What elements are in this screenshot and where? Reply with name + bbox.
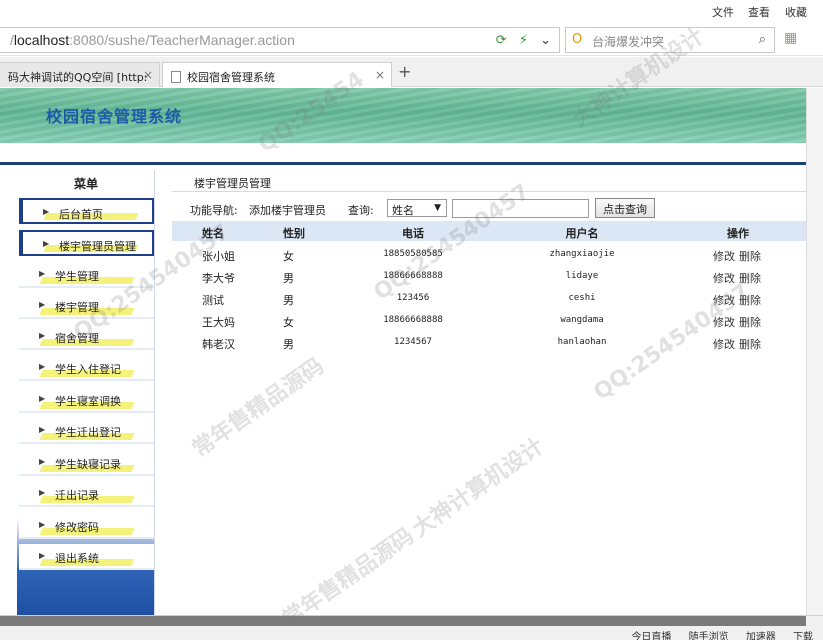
browser-tabbar: 码大神调试的QQ空间 [http: × 校园宿舍管理系统 × + xyxy=(0,57,823,87)
menu-favorites[interactable]: 收藏 xyxy=(785,4,807,20)
close-icon[interactable]: × xyxy=(375,68,385,82)
table-row: 测试 男 123456 ceshi 修改 删除 xyxy=(202,293,761,307)
sidebar-item-home[interactable]: ▶ 后台首页 xyxy=(19,198,154,224)
delete-link[interactable]: 删除 xyxy=(739,316,761,329)
page-icon xyxy=(171,71,181,83)
query-field-select[interactable]: 姓名 ▼ xyxy=(387,199,447,217)
table-row: 王大妈 女 18866668888 wangdama 修改 删除 xyxy=(202,315,761,329)
query-button[interactable]: 点击查询 xyxy=(595,198,655,218)
triangle-right-icon: ▶ xyxy=(39,269,46,278)
sidebar: 菜单 ▶ 后台首页 ▶ 楼宇管理员管理 ▶ 学生管理 ▶ 楼宇管理 ▶ 宿舍管理 ▶ 学生入… xyxy=(17,170,155,615)
edit-link[interactable]: 修改 xyxy=(713,316,735,329)
nav-label: 功能导航: xyxy=(190,204,238,217)
sidebar-heading: 菜单 xyxy=(73,177,98,191)
sidebar-item-checkin[interactable]: ▶ 学生入住登记 xyxy=(19,355,154,381)
triangle-right-icon: ▶ xyxy=(39,331,46,340)
delete-link[interactable]: 删除 xyxy=(739,272,761,285)
query-input[interactable] xyxy=(452,199,589,218)
search-engine-icon[interactable]: O xyxy=(572,32,582,47)
page-title: 校园宿舍管理系统 xyxy=(46,107,183,126)
delete-link[interactable]: 删除 xyxy=(739,294,761,307)
sidebar-item-buildings[interactable]: ▶ 楼宇管理 xyxy=(19,293,154,319)
tab-qq-space[interactable]: 码大神调试的QQ空间 [http: × xyxy=(0,62,160,87)
col-sex: 性别 xyxy=(283,227,305,240)
status-live[interactable]: 今日直播 xyxy=(631,632,671,640)
triangle-right-icon: ▶ xyxy=(39,362,46,371)
menu-view[interactable]: 查看 xyxy=(748,4,770,20)
sidebar-item-students[interactable]: ▶ 学生管理 xyxy=(19,262,154,288)
status-download[interactable]: 下载 xyxy=(793,632,813,640)
delete-link[interactable]: 删除 xyxy=(739,338,761,351)
col-username: 用户名 xyxy=(565,227,599,240)
section-title: 楼宇管理员管理 xyxy=(172,170,806,192)
table-row: 李大爷 男 18866668888 lidaye 修改 删除 xyxy=(202,271,761,285)
header-divider xyxy=(0,143,806,165)
edit-link[interactable]: 修改 xyxy=(713,338,735,351)
chevron-down-icon[interactable]: ⌄ xyxy=(540,33,551,48)
close-icon[interactable]: × xyxy=(143,68,153,82)
delete-link[interactable]: 删除 xyxy=(739,250,761,263)
query-toolbar: 功能导航: 添加楼宇管理员 查询: 姓名 ▼ 点击查询 xyxy=(172,197,806,219)
table-row: 张小姐 女 18850580585 zhangxiaojie 修改 删除 xyxy=(202,249,761,263)
scrollbar-track[interactable] xyxy=(806,88,823,640)
table-row: 韩老汉 男 1234567 hanlaohan 修改 删除 xyxy=(202,337,761,351)
apps-grid-icon[interactable]: ▦ xyxy=(784,30,797,46)
sidebar-item-logout[interactable]: ▶ 退出系统 xyxy=(19,544,154,570)
triangle-right-icon: ▶ xyxy=(39,551,46,560)
tab-dorm-system[interactable]: 校园宿舍管理系统 × xyxy=(162,62,392,87)
triangle-right-icon: ▶ xyxy=(39,300,46,309)
add-admin-link[interactable]: 添加楼宇管理员 xyxy=(249,202,326,218)
sidebar-item-absence[interactable]: ▶ 学生缺寝记录 xyxy=(19,450,154,476)
tab-label: 校园宿舍管理系统 xyxy=(187,71,275,84)
edit-link[interactable]: 修改 xyxy=(713,250,735,263)
tab-label: 码大神调试的QQ空间 [http: xyxy=(8,71,148,84)
new-tab-icon[interactable]: + xyxy=(398,62,411,81)
edit-link[interactable]: 修改 xyxy=(713,272,735,285)
url-path: :8080/sushe/TeacherManager.action xyxy=(69,32,295,48)
page-banner: 校园宿舍管理系统 xyxy=(0,88,806,143)
query-label: 查询: xyxy=(348,204,374,217)
sidebar-item-building-admins[interactable]: ▶ 楼宇管理员管理 xyxy=(19,230,154,256)
url-host: localhost xyxy=(13,32,70,48)
sidebar-item-checkout-records[interactable]: ▶ 迁出记录 xyxy=(19,481,154,507)
horizontal-scrollbar[interactable] xyxy=(0,616,806,626)
col-phone: 电话 xyxy=(402,227,424,240)
lightning-icon[interactable]: ⚡ xyxy=(519,33,528,48)
sidebar-item-dorms[interactable]: ▶ 宿舍管理 xyxy=(19,324,154,350)
sidebar-item-change-password[interactable]: ▶ 修改密码 xyxy=(19,513,154,539)
col-actions: 操作 xyxy=(727,227,749,240)
triangle-right-icon: ▶ xyxy=(39,457,46,466)
search-icon[interactable]: ⌕ xyxy=(759,32,766,47)
triangle-right-icon: ▶ xyxy=(43,207,50,216)
main-content: 楼宇管理员管理 功能导航: 添加楼宇管理员 查询: 姓名 ▼ 点击查询 姓名 性… xyxy=(172,170,806,615)
edit-link[interactable]: 修改 xyxy=(713,294,735,307)
browser-statusbar: 今日直播 随手浏览 加速器 下载 xyxy=(0,615,823,640)
triangle-right-icon: ▶ xyxy=(39,425,46,434)
menu-file[interactable]: 文件 xyxy=(712,4,734,20)
browser-search-field[interactable]: O 台海爆发冲突 ⌕ xyxy=(565,27,775,53)
sidebar-item-room-swap[interactable]: ▶ 学生寝室调换 xyxy=(19,387,154,413)
browser-menubar: 文件 查看 收藏 xyxy=(0,0,823,22)
dropdown-arrow-icon: ▼ xyxy=(434,203,441,213)
compat-mode-icon[interactable]: ⟳ xyxy=(496,33,507,48)
triangle-right-icon: ▶ xyxy=(43,239,50,248)
sidebar-item-checkout[interactable]: ▶ 学生迁出登记 xyxy=(19,418,154,444)
triangle-right-icon: ▶ xyxy=(39,520,46,529)
table-header: 姓名 性别 电话 用户名 操作 xyxy=(172,221,806,241)
url-field[interactable]: /localhost:8080/sushe/TeacherManager.act… xyxy=(0,27,560,53)
search-placeholder: 台海爆发冲突 xyxy=(592,35,665,49)
col-name: 姓名 xyxy=(202,227,224,240)
browser-addressbar: /localhost:8080/sushe/TeacherManager.act… xyxy=(0,24,823,56)
status-browse[interactable]: 随手浏览 xyxy=(689,632,729,640)
status-accelerator[interactable]: 加速器 xyxy=(746,632,776,640)
triangle-right-icon: ▶ xyxy=(39,394,46,403)
triangle-right-icon: ▶ xyxy=(39,488,46,497)
